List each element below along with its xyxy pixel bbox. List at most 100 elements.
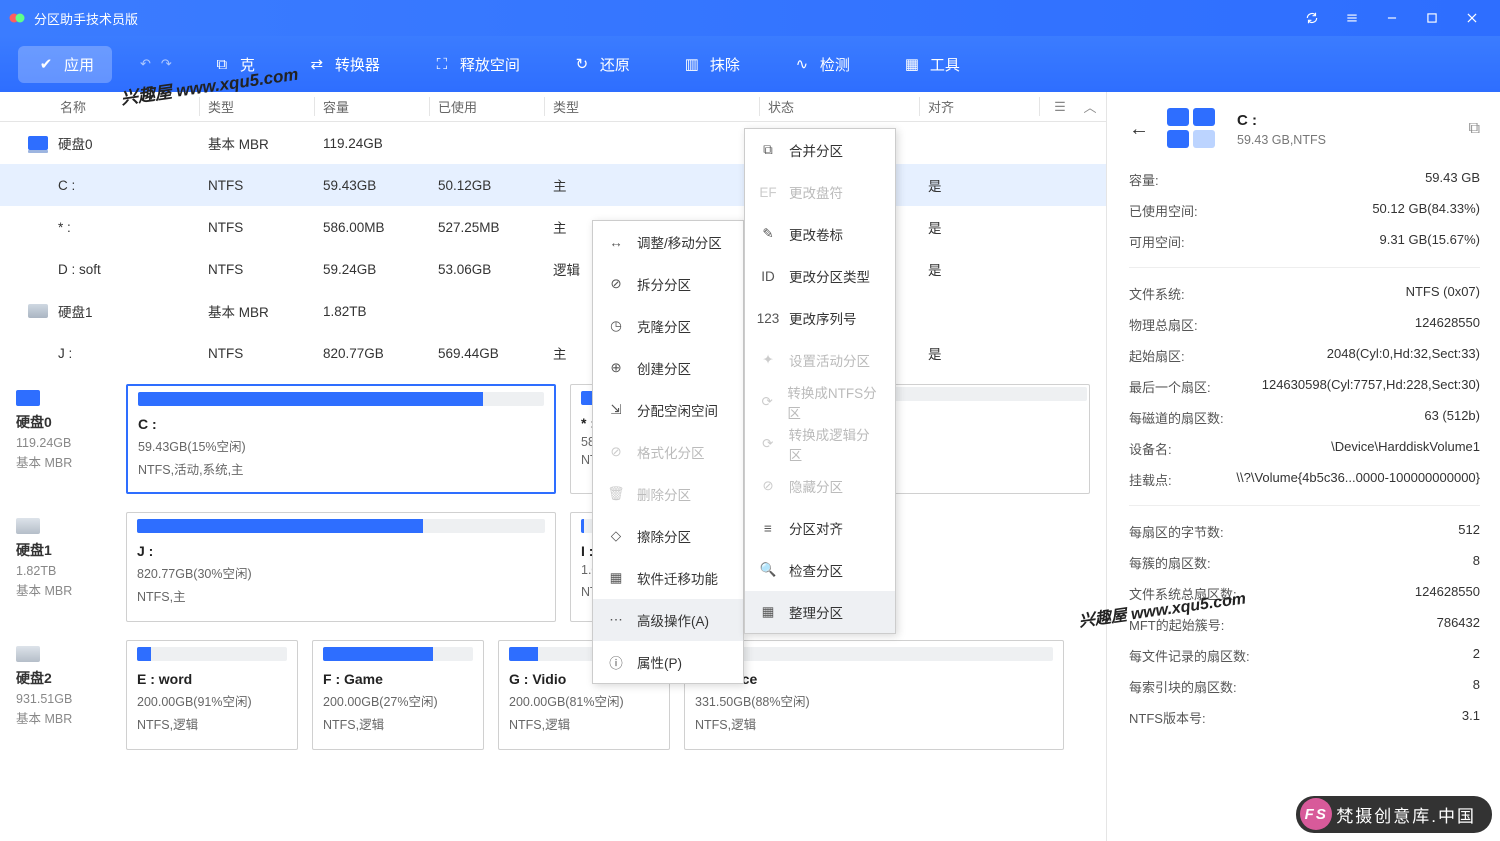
detail-key: 设备名: bbox=[1129, 439, 1172, 458]
context-submenu: ⧉合并分区EF更改盘符✎更改卷标ID更改分区类型123更改序列号✦设置活动分区⟳… bbox=[744, 128, 896, 634]
detail-row: 每文件记录的扇区数:2 bbox=[1129, 640, 1480, 671]
menu-icon: ▦ bbox=[759, 603, 777, 621]
disk-icon bbox=[28, 136, 48, 150]
apply-button[interactable]: ✔ 应用 bbox=[18, 46, 112, 83]
detail-key: 文件系统: bbox=[1129, 284, 1185, 303]
redo-icon[interactable]: ↷ bbox=[161, 56, 172, 72]
row-align: 是 bbox=[920, 343, 1040, 363]
table-row[interactable]: * : NTFS 586.00MB 527.25MB 主 是 bbox=[0, 206, 1106, 248]
col-capacity[interactable]: 容量 bbox=[315, 97, 430, 116]
menu-icon: ◇ bbox=[607, 527, 625, 545]
col-status[interactable]: 状态 bbox=[760, 97, 920, 116]
toolbar: ✔ 应用 ↶ ↷ ⧉克 ⇄转换器 ⛶释放空间 ↻还原 ▥抹除 ∿检测 ▦工具 bbox=[0, 36, 1500, 92]
row-name: 硬盘1 bbox=[58, 301, 93, 321]
context-menu: ↔调整/移动分区⊘拆分分区◷克隆分区⊕创建分区⇲分配空闲空间⊘格式化分区🗑删除分… bbox=[592, 220, 744, 684]
clone-button[interactable]: ⧉克 bbox=[200, 46, 267, 83]
partition-info: 331.50GB(88%空闲) bbox=[695, 691, 1053, 710]
free-space-button[interactable]: ⛶释放空间 bbox=[420, 46, 532, 83]
detail-value: 512 bbox=[1458, 522, 1480, 541]
col-align[interactable]: 对齐 bbox=[920, 97, 1040, 116]
detail-value: 63 (512b) bbox=[1424, 408, 1480, 427]
detail-value: \\?\Volume{4b5c36...0000-100000000000} bbox=[1236, 470, 1480, 489]
external-link-icon[interactable]: ⧉ bbox=[1469, 120, 1480, 138]
wipe-button[interactable]: ▥抹除 bbox=[670, 46, 752, 83]
partition-block[interactable]: F : Game 200.00GB(27%空闲) NTFS,逻辑 bbox=[312, 640, 484, 750]
app-title: 分区助手技术员版 bbox=[34, 9, 138, 28]
col-used[interactable]: 已使用 bbox=[430, 97, 545, 116]
row-name: 硬盘0 bbox=[58, 133, 93, 153]
row-capacity: 1.82TB bbox=[315, 304, 430, 319]
partition-block[interactable]: E : word 200.00GB(91%空闲) NTFS,逻辑 bbox=[126, 640, 298, 750]
col-name[interactable]: 名称 bbox=[0, 97, 200, 116]
menu-label: 更改序列号 bbox=[789, 308, 857, 328]
menu-item[interactable]: ◇擦除分区 bbox=[593, 515, 743, 557]
back-icon[interactable]: ← bbox=[1129, 118, 1149, 141]
disk-icon bbox=[16, 518, 40, 534]
menu-item[interactable]: ⓘ属性(P) bbox=[593, 641, 743, 683]
close-icon[interactable] bbox=[1452, 0, 1492, 36]
menu-item[interactable]: ▦整理分区 bbox=[745, 591, 895, 633]
menu-item[interactable]: ≡分区对齐 bbox=[745, 507, 895, 549]
menu-item[interactable]: ⊕创建分区 bbox=[593, 347, 743, 389]
row-type: NTFS bbox=[200, 178, 315, 193]
partition-name: J : bbox=[137, 543, 545, 559]
grid-icon: ▦ bbox=[902, 54, 922, 74]
clone-icon: ⧉ bbox=[212, 54, 232, 74]
table-row[interactable]: C : NTFS 59.43GB 50.12GB 主 是 bbox=[0, 164, 1106, 206]
detail-row: 设备名:\Device\HarddiskVolume1 bbox=[1129, 433, 1480, 464]
detail-value: 2 bbox=[1473, 646, 1480, 665]
menu-item[interactable]: ⋯高级操作(A) bbox=[593, 599, 743, 641]
table-row[interactable]: 硬盘1 基本 MBR 1.82TB bbox=[0, 290, 1106, 332]
restore-button[interactable]: ↻还原 bbox=[560, 46, 642, 83]
partition-block[interactable]: C : 59.43GB(15%空闲) NTFS,活动,系统,主 bbox=[126, 384, 556, 494]
disk-name: 硬盘1 bbox=[16, 540, 114, 560]
partition-table: 硬盘0 基本 MBR 119.24GB C : NTFS 59.43GB 50.… bbox=[0, 122, 1106, 374]
partition-block[interactable]: J : 820.77GB(30%空闲) NTFS,主 bbox=[126, 512, 556, 622]
partition-info: NTFS,逻辑 bbox=[509, 714, 659, 733]
col-type[interactable]: 类型 bbox=[200, 97, 315, 116]
menu-item: ⟳转换成逻辑分区 bbox=[745, 423, 895, 465]
check-icon: ✔ bbox=[36, 54, 56, 74]
tools-button[interactable]: ▦工具 bbox=[890, 46, 972, 83]
row-align: 是 bbox=[920, 175, 1040, 195]
menu-item: ✦设置活动分区 bbox=[745, 339, 895, 381]
maximize-icon[interactable] bbox=[1412, 0, 1452, 36]
undo-icon[interactable]: ↶ bbox=[140, 56, 151, 72]
detect-button[interactable]: ∿检测 bbox=[780, 46, 862, 83]
minimize-icon[interactable] bbox=[1372, 0, 1412, 36]
menu-icon[interactable] bbox=[1332, 0, 1372, 36]
detail-value: 2048(Cyl:0,Hd:32,Sect:33) bbox=[1327, 346, 1480, 365]
brand-circle-icon: FS bbox=[1300, 798, 1332, 830]
detail-row: 已使用空间:50.12 GB(84.33%) bbox=[1129, 195, 1480, 226]
view-toggle-icon[interactable]: ☰ bbox=[1040, 99, 1080, 115]
detail-value: 8 bbox=[1473, 677, 1480, 696]
convert-button[interactable]: ⇄转换器 bbox=[295, 46, 392, 83]
menu-item[interactable]: ⧉合并分区 bbox=[745, 129, 895, 171]
table-row[interactable]: 硬盘0 基本 MBR 119.24GB bbox=[0, 122, 1106, 164]
titlebar: 分区助手技术员版 bbox=[0, 0, 1500, 36]
brand-badge: FS 梵摄创意库.中国 bbox=[1296, 796, 1492, 833]
menu-item[interactable]: ↔调整/移动分区 bbox=[593, 221, 743, 263]
menu-item[interactable]: 🔍检查分区 bbox=[745, 549, 895, 591]
row-capacity: 119.24GB bbox=[315, 136, 430, 151]
partition-info: 200.00GB(81%空闲) bbox=[509, 691, 659, 710]
menu-item[interactable]: ◷克隆分区 bbox=[593, 305, 743, 347]
menu-item[interactable]: ▦软件迁移功能 bbox=[593, 557, 743, 599]
detail-key: 已使用空间: bbox=[1129, 201, 1198, 220]
col-kind[interactable]: 类型 bbox=[545, 97, 760, 116]
menu-item[interactable]: ⊘拆分分区 bbox=[593, 263, 743, 305]
app-icon bbox=[8, 9, 26, 27]
menu-item[interactable]: ⇲分配空闲空间 bbox=[593, 389, 743, 431]
disk-map-row: 硬盘1 1.82TB 基本 MBR J : 820.77GB(30%空闲) NT… bbox=[16, 512, 1090, 622]
table-row[interactable]: J : NTFS 820.77GB 569.44GB 主 是 bbox=[0, 332, 1106, 374]
refresh-icon[interactable] bbox=[1292, 0, 1332, 36]
disk-size: 931.51GB bbox=[16, 692, 114, 706]
menu-item[interactable]: ID更改分区类型 bbox=[745, 255, 895, 297]
table-row[interactable]: D : soft NTFS 59.24GB 53.06GB 逻辑 是 bbox=[0, 248, 1106, 290]
menu-item[interactable]: ✎更改卷标 bbox=[745, 213, 895, 255]
detail-key: 每扇区的字节数: bbox=[1129, 522, 1224, 541]
scroll-up-icon[interactable]: ︿ bbox=[1080, 97, 1100, 116]
menu-item[interactable]: 123更改序列号 bbox=[745, 297, 895, 339]
row-used: 50.12GB bbox=[430, 178, 545, 193]
menu-item: 🗑删除分区 bbox=[593, 473, 743, 515]
